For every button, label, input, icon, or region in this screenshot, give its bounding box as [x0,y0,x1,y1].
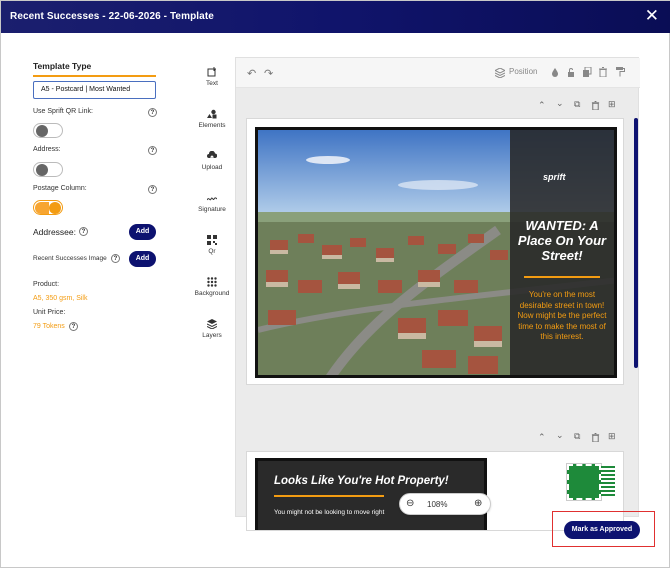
product-label: Product: [33,281,60,288]
duplicate-page-icon[interactable]: ⧉ [574,99,580,110]
toggle-knob [36,125,48,137]
design-canvas[interactable]: ↶ ↷ Position ⌃ ⌄ ⧉ ⊞ sprift WANTED: A Pl… [235,57,640,531]
zoom-out-icon[interactable]: ⊖ [406,498,414,509]
add-page-icon[interactable]: ⊞ [608,99,616,110]
template-type-select[interactable]: A5 - Postcard | Most Wanted [33,81,156,99]
shapes-icon [207,109,217,119]
address-toggle[interactable] [33,162,63,177]
delete-page-icon[interactable] [591,101,600,110]
tool-text[interactable]: Text [189,67,235,87]
recent-successes-image-label: Recent Successes Image [33,255,107,262]
unlock-icon[interactable] [566,67,576,77]
qr-icon [207,235,217,245]
text-add-icon [207,67,216,77]
add-page-icon[interactable]: ⊞ [608,431,616,442]
tool-background[interactable]: Background [189,277,235,297]
sprift-logo: sprift [543,172,566,182]
postage-column-label: Postage Column: [33,185,87,192]
help-icon[interactable]: ? [148,185,157,194]
tool-label: Upload [201,164,223,171]
fill-drop-icon[interactable] [550,67,560,77]
template-editor-modal: Recent Successes - 22-06-2026 - Template… [0,0,670,568]
tool-label: Signature [198,206,226,213]
help-icon[interactable]: ? [148,146,157,155]
unit-price-label: Unit Price: [33,309,66,316]
settings-panel: Template Type A5 - Postcard | Most Wante… [1,33,171,569]
duplicate-page-icon[interactable]: ⧉ [574,431,580,442]
move-page-up-icon[interactable]: ⌃ [538,100,546,111]
tool-layers[interactable]: Layers [189,319,235,339]
back-body-text[interactable]: You might not be looking to move right [274,509,384,516]
signature-icon [207,197,217,201]
trash-icon[interactable] [598,67,608,77]
canvas-scrollbar[interactable] [634,118,638,368]
grid-dots-icon [207,277,217,287]
move-page-down-icon[interactable]: ⌄ [556,430,564,441]
tool-signature[interactable]: Signature [189,193,235,213]
postcard-front-page[interactable]: sprift WANTED: A Place On Your Street! Y… [246,118,624,385]
copy-icon[interactable] [582,67,592,77]
close-icon[interactable]: ✕ [645,7,659,25]
delete-page-icon[interactable] [591,433,600,442]
tool-column: Text Elements Upload Signature Qr Backgr… [189,33,235,569]
position-label[interactable]: Position [509,67,537,76]
unit-price-value: 79 Tokens [33,323,65,330]
add-addressee-button[interactable]: Add [129,224,156,240]
cloud-upload-icon [207,151,217,161]
redo-icon[interactable]: ↷ [264,67,273,80]
wanted-overlay-panel[interactable]: sprift WANTED: A Place On Your Street! Y… [510,130,614,375]
template-type-underline [33,75,156,77]
help-icon[interactable]: ? [69,322,78,331]
move-page-down-icon[interactable]: ⌄ [556,98,564,109]
wanted-headline[interactable]: WANTED: A Place On Your Street! [516,218,608,263]
tool-label: Elements [198,122,226,129]
add-recent-successes-button[interactable]: Add [129,251,156,267]
template-type-label: Template Type [33,61,92,71]
help-icon[interactable]: ? [79,227,88,236]
undo-icon[interactable]: ↶ [247,67,256,80]
window-title: Recent Successes - 22-06-2026 - Template [10,11,214,22]
tool-qr[interactable]: Qr [189,235,235,255]
street-aerial-photo[interactable]: sprift WANTED: A Place On Your Street! Y… [255,127,617,378]
title-bar: Recent Successes - 22-06-2026 - Template… [1,1,670,33]
addressee-label: Addressee: [33,227,76,237]
zoom-control: ⊖ 108% ⊕ [399,493,491,515]
tool-label: Qr [208,248,216,255]
help-icon[interactable]: ? [111,254,120,263]
postage-area [527,458,617,518]
tool-label: Layers [202,332,222,339]
wanted-body-text[interactable]: You're on the most desirable street in t… [516,290,608,343]
back-headline[interactable]: Looks Like You're Hot Property! [274,475,449,487]
position-icon [495,68,505,78]
toggle-knob [49,202,61,214]
layers-icon [207,319,217,329]
canvas-toolbar: ↶ ↷ Position [236,58,640,88]
back-headline-divider [274,495,384,497]
product-value: A5, 350 gsm, Silk [33,295,88,302]
tool-upload[interactable]: Upload [189,151,235,171]
help-icon[interactable]: ? [148,108,157,117]
paint-roller-icon[interactable] [615,67,625,77]
tool-label: Text [206,80,218,87]
postage-column-toggle[interactable] [33,200,63,215]
headline-divider [524,276,600,278]
sprift-qr-label: Use Sprift QR Link: [33,108,93,115]
zoom-in-icon[interactable]: ⊕ [474,498,482,509]
toggle-knob [36,164,48,176]
zoom-level: 108% [427,500,448,509]
tool-elements[interactable]: Elements [189,109,235,129]
move-page-up-icon[interactable]: ⌃ [538,432,546,443]
stamp-barcode-icon [601,466,615,496]
sprift-qr-toggle[interactable] [33,123,63,138]
mark-as-approved-button[interactable]: Mark as Approved [564,521,640,539]
tool-label: Background [194,290,230,297]
address-label: Address: [33,146,61,153]
postage-stamp-icon [566,463,602,501]
